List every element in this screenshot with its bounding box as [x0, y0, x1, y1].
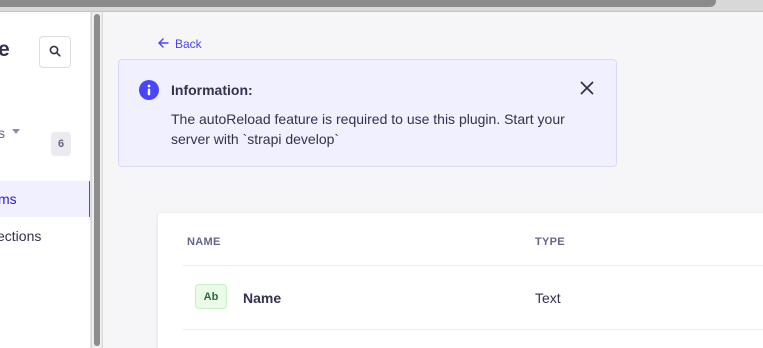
column-header-name: NAME: [187, 236, 221, 248]
fields-table: NAME TYPE Ab Name Text: [158, 213, 763, 348]
field-type: Text: [535, 290, 561, 306]
section-count-badge: 6: [51, 132, 71, 156]
column-header-type: TYPE: [535, 236, 565, 248]
horizontal-scroll-thumb[interactable]: [0, 0, 716, 7]
back-link[interactable]: Back: [158, 37, 202, 51]
sidebar-item[interactable]: ections: [0, 217, 90, 253]
sidebar-item-label: ms: [0, 191, 17, 207]
info-alert: Information: The autoReload feature is r…: [118, 59, 617, 167]
alert-message: The autoReload feature is required to us…: [171, 111, 565, 147]
info-icon: [139, 80, 159, 100]
chevron-down-icon[interactable]: [12, 129, 20, 134]
row-divider: [183, 329, 763, 330]
close-icon: [580, 81, 594, 100]
window-top-strip: [0, 0, 763, 12]
text-field-icon: Ab: [195, 284, 227, 309]
sidebar-section-label[interactable]: s: [0, 125, 5, 141]
arrow-left-icon: [158, 37, 169, 51]
sidebar: e s 6 ms ections: [0, 12, 91, 348]
sidebar-item-active[interactable]: ms: [0, 181, 90, 217]
alert-title: Information:: [171, 82, 253, 98]
sidebar-scrollbar[interactable]: [91, 12, 103, 348]
sidebar-search-button[interactable]: [39, 36, 71, 68]
close-alert-button[interactable]: [577, 80, 597, 100]
sidebar-scroll-thumb[interactable]: [94, 14, 100, 346]
search-icon: [49, 45, 61, 60]
sidebar-item-label: ections: [0, 228, 42, 244]
header-divider: [183, 265, 763, 266]
sidebar-title: e: [0, 38, 10, 62]
field-name: Name: [243, 290, 282, 306]
back-label: Back: [175, 37, 202, 51]
